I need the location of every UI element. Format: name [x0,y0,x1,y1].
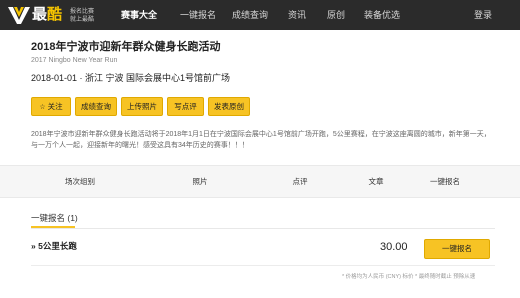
upload-photo-button[interactable]: 上传照片 [121,97,163,116]
score-query-button[interactable]: 成绩查询 [75,97,117,116]
brand-name: 最酷 [32,6,63,23]
event-title: 2018年宁波市迎新年群众健身长跑活动 [31,41,221,53]
star-icon: ☆ [39,104,46,111]
nav-item-quick-signup[interactable]: 一键报名 [180,8,216,22]
nav-item-news[interactable]: 资讯 [288,8,306,22]
tab-photos[interactable]: 照片 [188,177,212,187]
race-item-price: 30.00 [380,241,408,253]
event-subtitle: 2017 Ningbo New Year Run [31,57,118,64]
price-footnote: * 价格均为人民币 (CNY) 标价 * 最终随时截止 预除从速 [342,274,476,280]
nav-item-original[interactable]: 原创 [327,8,345,22]
brand-slogan: 报名比赛 就上最酷 [70,9,95,23]
post-article-button[interactable]: 发表原创 [208,97,250,116]
v-mark-logo-icon [8,7,30,24]
nav-item-events[interactable]: 赛事大全 [121,8,157,22]
nav-item-results[interactable]: 成绩查询 [232,8,268,22]
follow-button[interactable]: ☆ 关注 [31,97,71,116]
item-divider [31,265,495,266]
tab-articles[interactable]: 文章 [364,177,388,187]
site-logo[interactable]: 最酷 报名比赛 就上最酷 [8,2,98,28]
nav-item-gear[interactable]: 装备优选 [364,8,400,22]
write-review-button[interactable]: 写点评 [167,97,204,116]
registration-section-title: 一键报名 (1) [31,213,78,223]
race-item-name: » 5公里长跑 [31,241,77,251]
event-tab-bar: 场次组别 照片 点评 文章 一键报名 [0,165,520,198]
event-description: 2018年宁波市迎新年群众健身长跑活动将于2018年1月1日在宁波国际会展中心1… [31,131,491,149]
race-signup-button[interactable]: 一键报名 [424,239,490,259]
login-link[interactable]: 登录 [474,8,492,22]
tab-categories[interactable]: 场次组别 [58,177,102,187]
event-date-location: 2018-01-01 · 浙江 宁波 国际会展中心1号馆前广场 [31,73,231,83]
tab-quick-signup[interactable]: 一键报名 [423,177,467,187]
top-navigation-bar: 最酷 报名比赛 就上最酷 赛事大全 一键报名 成绩查询 资讯 原创 装备优选 登… [0,0,520,30]
section-divider [31,228,495,229]
tab-reviews[interactable]: 点评 [288,177,312,187]
